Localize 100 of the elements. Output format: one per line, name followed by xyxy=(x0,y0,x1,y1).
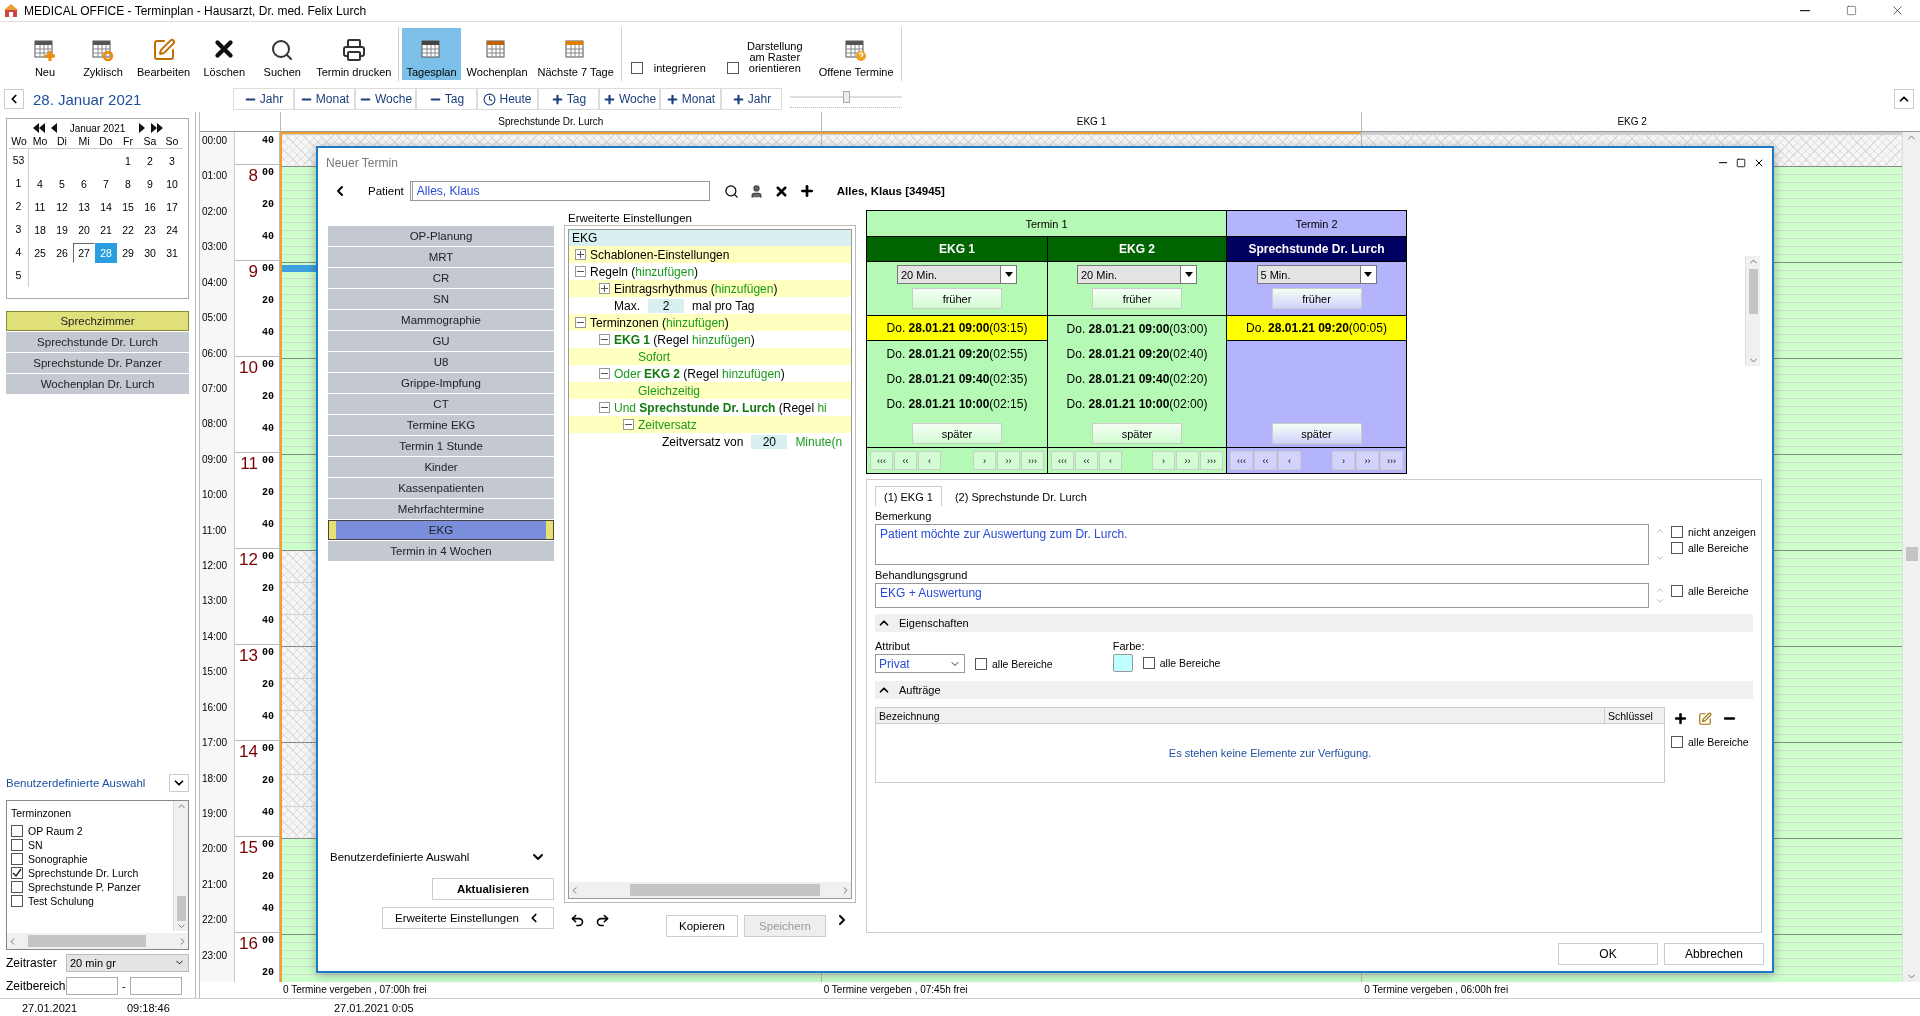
time-option[interactable]: Do. 28.01.21 09:00(03:00) xyxy=(1048,316,1226,341)
toolbar-button[interactable]: Termin drucken xyxy=(312,28,396,80)
date-step-button[interactable]: Tag xyxy=(538,88,599,110)
previous-day-button[interactable] xyxy=(4,89,24,109)
page-button[interactable]: ‹‹‹ xyxy=(870,451,893,470)
page-button[interactable]: ›› xyxy=(1356,451,1379,470)
dialog-button[interactable]: Abbrechen xyxy=(1664,943,1764,965)
attribute-select[interactable]: Privat xyxy=(875,654,965,673)
template-item[interactable]: Kinder xyxy=(328,457,554,477)
advanced-settings-button[interactable]: Erweiterte Einstellungen xyxy=(382,907,554,929)
time-option[interactable]: Do. 28.01.21 10:00(02:00) xyxy=(1048,391,1226,416)
later-button[interactable]: später xyxy=(1092,423,1182,444)
time-option[interactable]: Do. 28.01.21 10:00(02:15) xyxy=(867,391,1047,416)
collapse-icon[interactable] xyxy=(575,266,586,277)
calendar-day[interactable]: 9 xyxy=(139,174,161,194)
calendar-day[interactable]: 12 xyxy=(51,197,73,217)
tree-root[interactable]: EKG xyxy=(569,230,851,246)
time-option[interactable]: Do. 28.01.21 09:00(03:15) xyxy=(867,316,1047,341)
page-button[interactable]: ‹‹ xyxy=(1075,451,1098,470)
calendar-day[interactable]: 29 xyxy=(117,243,139,263)
duration-select[interactable]: 20 Min. xyxy=(897,265,1017,284)
calendar-day[interactable]: 4 xyxy=(29,174,51,194)
scrollbar[interactable] xyxy=(7,933,188,949)
page-button[interactable]: › xyxy=(1332,451,1355,470)
calendar-day[interactable]: 1 xyxy=(117,151,139,171)
number-field[interactable]: 20 xyxy=(751,434,788,449)
calendar-day[interactable]: 25 xyxy=(29,243,51,263)
duration-select[interactable]: 20 Min. xyxy=(1077,265,1197,284)
time-grid-select[interactable]: 20 min gr xyxy=(66,953,189,972)
template-item[interactable]: GU xyxy=(328,331,554,351)
template-item[interactable]: Kassenpatienten xyxy=(328,478,554,498)
calendar-day[interactable]: 8 xyxy=(117,174,139,194)
template-item[interactable]: Termin in 4 Wochen xyxy=(328,541,554,561)
calendar-day[interactable]: 19 xyxy=(51,220,73,240)
scrollbar-thumb[interactable] xyxy=(176,895,186,921)
scrollbar-thumb[interactable] xyxy=(1748,269,1758,314)
page-button[interactable]: ‹ xyxy=(1278,451,1301,470)
later-button[interactable]: später xyxy=(1271,423,1362,444)
earlier-button[interactable]: früher xyxy=(1271,288,1362,309)
page-button[interactable]: ‹‹ xyxy=(1254,451,1277,470)
calendar-day[interactable]: 21 xyxy=(95,220,117,240)
template-item[interactable]: Grippe-Impfung xyxy=(328,373,554,393)
checkbox[interactable] xyxy=(11,881,23,893)
checkbox[interactable] xyxy=(1671,526,1683,538)
reason-field[interactable]: EKG + Auswertung xyxy=(875,583,1649,608)
collapse-button[interactable] xyxy=(1894,89,1914,109)
checkbox[interactable] xyxy=(975,657,987,670)
page-button[interactable]: ‹ xyxy=(1099,451,1122,470)
checkbox[interactable] xyxy=(11,895,23,907)
date-step-button[interactable]: Jahr xyxy=(721,88,782,110)
scrollbar[interactable] xyxy=(569,882,851,898)
calendar-day[interactable]: 30 xyxy=(139,243,161,263)
calendar-day[interactable]: 15 xyxy=(117,197,139,217)
toolbar-button[interactable]: Nächste 7 Tage xyxy=(533,28,618,80)
calendar-day[interactable]: 16 xyxy=(139,197,161,217)
calendar-day[interactable]: 17 xyxy=(161,197,183,217)
number-field[interactable]: 2 xyxy=(648,298,684,313)
calendar-day[interactable]: 31 xyxy=(161,243,183,263)
left-icon[interactable] xyxy=(50,123,57,133)
calendar-day[interactable]: 2 xyxy=(139,151,161,171)
date-step-button[interactable]: Monat xyxy=(660,88,721,110)
patient-field[interactable]: Alles, Klaus xyxy=(409,181,710,201)
page-button[interactable]: ››› xyxy=(1200,451,1223,470)
tree-row[interactable]: Zeitversatz xyxy=(569,416,851,433)
checkbox[interactable] xyxy=(1671,585,1683,597)
tree-row[interactable]: Gleichzeitig xyxy=(569,382,851,399)
template-item[interactable]: CR xyxy=(328,268,554,288)
maximize-button[interactable] xyxy=(1734,156,1748,170)
time-option[interactable]: Do. 28.01.21 09:20(00:05) xyxy=(1227,316,1406,341)
checkbox[interactable] xyxy=(630,62,643,74)
toolbar-button[interactable]: Offene Termine xyxy=(814,28,898,80)
checkbox[interactable] xyxy=(11,839,23,851)
template-item[interactable]: SN xyxy=(328,289,554,309)
date-step-button[interactable]: Jahr xyxy=(233,88,294,110)
view-item[interactable]: Sprechstunde Dr. Panzer xyxy=(6,353,189,373)
view-item[interactable]: Wochenplan Dr. Lurch xyxy=(6,374,189,394)
toolbar-button[interactable]: Bearbeiten xyxy=(133,28,195,80)
tab[interactable]: (1) EKG 1 xyxy=(875,486,942,506)
edit-button[interactable] xyxy=(1696,711,1714,726)
dropdown-button[interactable] xyxy=(169,774,189,792)
page-button[interactable]: › xyxy=(1152,451,1175,470)
time-from-field[interactable] xyxy=(66,976,118,995)
double-right-icon[interactable] xyxy=(150,123,163,133)
collapse-icon[interactable] xyxy=(623,419,634,430)
earlier-button[interactable]: früher xyxy=(1092,288,1182,309)
date-step-button[interactable]: Woche xyxy=(355,88,416,110)
section-header[interactable]: Aufträge xyxy=(875,681,1753,699)
remark-field[interactable]: Patient möchte zur Auswertung zum Dr. Lurch. xyxy=(875,524,1649,565)
earlier-button[interactable]: früher xyxy=(912,288,1002,309)
toolbar-button[interactable]: Neu xyxy=(17,28,73,80)
calendar-day[interactable]: 11 xyxy=(29,197,51,217)
collapse-icon[interactable] xyxy=(599,368,610,379)
tree-row[interactable]: Terminzonen (hinzufügen) xyxy=(569,314,851,331)
calendar-day[interactable]: 14 xyxy=(95,197,117,217)
page-button[interactable]: ‹ xyxy=(918,451,941,470)
page-button[interactable]: ››› xyxy=(1380,451,1403,470)
calendar-day[interactable]: 6 xyxy=(73,174,95,194)
scrollbar[interactable] xyxy=(173,801,188,931)
calendar-day[interactable]: 20 xyxy=(73,220,95,240)
page-button[interactable]: ›› xyxy=(997,451,1020,470)
